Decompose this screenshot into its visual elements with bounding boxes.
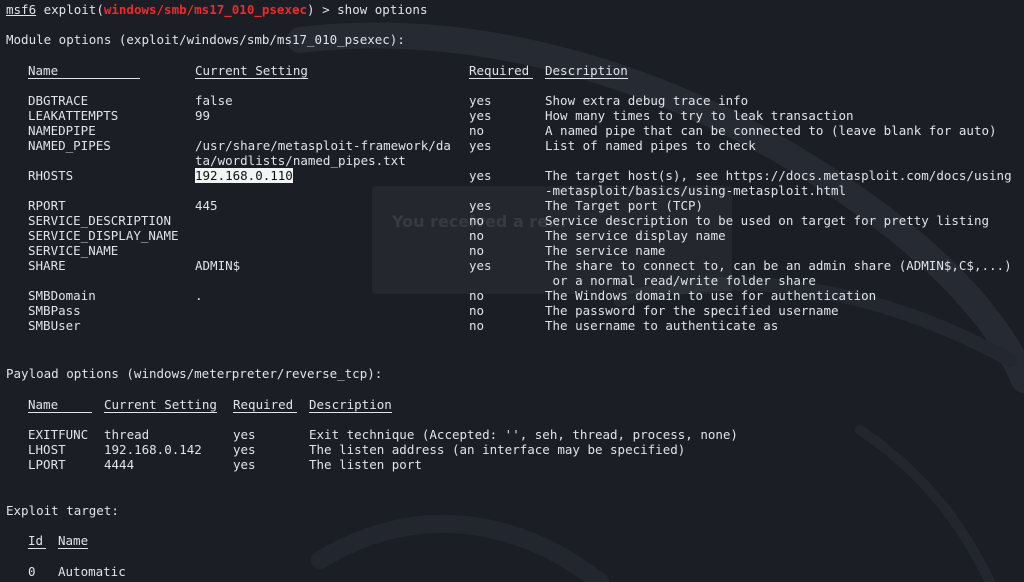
option-description: The service display name — [545, 228, 726, 243]
column-header-underline — [28, 548, 46, 549]
option-description: The service name — [545, 243, 666, 258]
option-required: yes — [469, 138, 492, 153]
target-name: Automatic — [58, 564, 126, 579]
option-current-setting: . — [195, 288, 203, 303]
option-current-setting: 445 — [195, 198, 218, 213]
column-header-underline — [104, 412, 218, 413]
column-header: Name — [28, 63, 59, 78]
option-description: or a normal read/write folder share — [545, 273, 816, 288]
prompt-line: msf6 exploit(windows/smb/ms17_010_psexec… — [6, 2, 427, 17]
option-required: yes — [469, 198, 492, 213]
column-header-underline — [58, 548, 89, 549]
option-name: SHARE — [28, 258, 66, 273]
column-header: Required — [233, 397, 294, 412]
option-description: Exit technique (Accepted: '', seh, threa… — [309, 427, 738, 442]
column-header: Name — [28, 397, 59, 412]
option-required: no — [469, 303, 485, 318]
option-current-setting: thread — [104, 427, 150, 442]
option-required: no — [469, 288, 485, 303]
option-name: LEAKATTEMPTS — [28, 108, 119, 123]
column-header: Description — [309, 397, 392, 412]
column-header-underline — [545, 78, 629, 79]
option-name: NAMEDPIPE — [28, 123, 96, 138]
column-header: Id — [28, 533, 44, 548]
column-header-underline — [28, 78, 140, 79]
terminal-window[interactable]: You received a re... msf6 exploit(window… — [0, 0, 1024, 582]
option-name: RPORT — [28, 198, 66, 213]
column-header: Current Setting — [195, 63, 308, 78]
option-required: yes — [469, 108, 492, 123]
option-required: no — [469, 243, 485, 258]
option-required: yes — [233, 457, 256, 472]
option-required: no — [469, 318, 485, 333]
target-id: 0 — [28, 564, 36, 579]
option-current-setting: ta/wordlists/named_pipes.txt — [195, 153, 406, 168]
module-options-heading: Module options (exploit/windows/smb/ms17… — [6, 32, 405, 47]
prompt-suffix: ) > — [307, 2, 338, 17]
option-description: A named pipe that can be connected to (l… — [545, 123, 997, 138]
option-description: The target host(s), see https://docs.met… — [545, 168, 1012, 183]
option-description: Show extra debug trace info — [545, 93, 749, 108]
option-required: no — [469, 213, 485, 228]
prompt-module-name: windows/smb/ms17_010_psexec — [103, 2, 308, 17]
exploit-target-heading: Exploit target: — [6, 503, 119, 518]
option-description: The username to authenticate as — [545, 318, 779, 333]
option-current-setting: /usr/share/metasploit-framework/da — [195, 138, 451, 153]
option-name: SMBUser — [28, 318, 81, 333]
option-description: The Windows domain to use for authentica… — [545, 288, 877, 303]
column-header-underline — [233, 412, 297, 413]
column-header: Name — [58, 533, 89, 548]
option-name: LHOST — [28, 442, 66, 457]
option-required: yes — [233, 427, 256, 442]
prompt-exploit-prefix: exploit( — [36, 2, 104, 17]
option-current-setting: ADMIN$ — [195, 258, 241, 273]
option-description: Service description to be used on target… — [545, 213, 990, 228]
prompt-command: show options — [337, 2, 428, 17]
option-description: The listen port — [309, 457, 422, 472]
option-name: SERVICE_NAME — [28, 243, 119, 258]
msf-prompt: msf6 — [6, 2, 37, 17]
option-required: yes — [469, 168, 492, 183]
column-header: Required — [469, 63, 530, 78]
option-description: -metasploit/basics/using-metasploit.html — [545, 183, 847, 198]
option-required: no — [469, 123, 485, 138]
option-current-setting: false — [195, 93, 233, 108]
column-header-underline — [469, 78, 533, 79]
option-required: yes — [233, 442, 256, 457]
option-description: The Target port (TCP) — [545, 198, 704, 213]
option-description: How many times to try to leak transactio… — [545, 108, 854, 123]
option-description: The listen address (an interface may be … — [309, 442, 686, 457]
option-current-setting: 4444 — [104, 457, 135, 472]
option-name: SERVICE_DISPLAY_NAME — [28, 228, 179, 243]
column-header-underline — [28, 412, 92, 413]
option-name: SERVICE_DESCRIPTION — [28, 213, 171, 228]
option-required: yes — [469, 93, 492, 108]
option-current-setting: 99 — [195, 108, 211, 123]
option-name: LPORT — [28, 457, 66, 472]
option-name: RHOSTS — [28, 168, 74, 183]
option-name: SMBPass — [28, 303, 81, 318]
option-name: SMBDomain — [28, 288, 96, 303]
option-current-setting: 192.168.0.142 — [104, 442, 202, 457]
option-description: The password for the specified username — [545, 303, 839, 318]
column-header: Description — [545, 63, 628, 78]
column-header-underline — [309, 412, 393, 413]
option-required: yes — [469, 258, 492, 273]
option-name: DBGTRACE — [28, 93, 89, 108]
option-required: no — [469, 228, 485, 243]
option-name: NAMED_PIPES — [28, 138, 111, 153]
option-current-setting: 192.168.0.110 — [195, 168, 293, 183]
payload-options-heading: Payload options (windows/meterpreter/rev… — [6, 366, 383, 381]
option-name: EXITFUNC — [28, 427, 89, 442]
column-header: Current Setting — [104, 397, 217, 412]
option-description: The share to connect to, can be an admin… — [545, 258, 1012, 273]
option-description: List of named pipes to check — [545, 138, 756, 153]
column-header-underline — [195, 78, 309, 79]
